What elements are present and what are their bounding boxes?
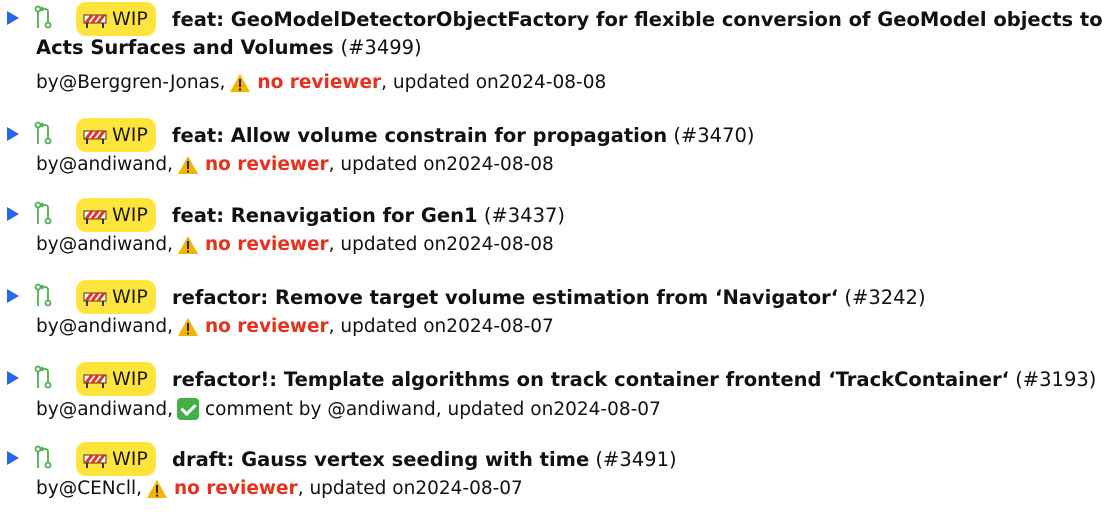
pr-number[interactable]: (#3470)	[673, 124, 754, 147]
pr-title[interactable]: feat: GeoModelDetectorObjectFactory for …	[172, 8, 1103, 31]
updated-date: 2024-08-07	[446, 316, 554, 337]
construction-barrier-icon	[83, 374, 107, 388]
expand-triangle-icon[interactable]	[7, 11, 19, 25]
updated-date: 2024-08-08	[446, 234, 554, 255]
pr-title-text[interactable]: refactor: Remove target volume estimatio…	[172, 286, 838, 309]
review-status: no reviewer	[204, 234, 329, 255]
list-item[interactable]: WIP feat: GeoModelDetectorObjectFactory …	[0, 0, 1114, 93]
pr-meta: by @andiwand, no reviewer, updated on 20…	[36, 316, 554, 337]
pr-title-text[interactable]: draft: Gauss vertex seeding with time	[172, 448, 589, 471]
pr-number[interactable]: (#3437)	[484, 204, 565, 227]
pr-title[interactable]: feat: Renavigation for Gen1 (#3437)	[172, 204, 565, 227]
pr-title-text[interactable]: feat: Renavigation for Gen1	[172, 204, 478, 227]
by-prefix: by	[36, 234, 59, 255]
wip-label: WIP	[112, 286, 148, 308]
wip-badge: WIP	[76, 118, 156, 152]
expand-triangle-icon[interactable]	[7, 289, 19, 303]
list-item[interactable]: WIP feat: Renavigation for Gen1 (#3437) …	[0, 196, 1114, 255]
pr-number[interactable]: (#3193)	[1015, 368, 1096, 391]
wip-badge: WIP	[76, 280, 156, 314]
updated-date: 2024-08-07	[415, 478, 523, 499]
author[interactable]: @Berggren-Jonas,	[59, 72, 226, 93]
pull-request-icon	[34, 5, 52, 29]
wip-badge: WIP	[76, 2, 156, 36]
list-item[interactable]: WIP feat: Allow volume constrain for pro…	[0, 116, 1114, 175]
updated-date: 2024-08-08	[446, 154, 554, 175]
wip-label: WIP	[112, 8, 148, 30]
pr-meta: by @andiwand, comment by @andiwand, upda…	[36, 398, 661, 420]
updated-prefix: , updated on	[328, 316, 447, 337]
pr-meta: by @CENcll, no reviewer, updated on 2024…	[36, 478, 523, 499]
pr-title[interactable]: refactor: Remove target volume estimatio…	[172, 286, 926, 309]
pr-title[interactable]: feat: Allow volume constrain for propaga…	[172, 124, 755, 147]
wip-badge: WIP	[76, 362, 156, 396]
review-status: no reviewer	[173, 478, 298, 499]
pull-request-icon	[34, 121, 52, 145]
check-mark-icon	[176, 398, 199, 420]
review-status: no reviewer	[257, 72, 382, 93]
warning-icon	[177, 317, 198, 336]
construction-barrier-icon	[83, 130, 107, 144]
author[interactable]: @CENcll,	[59, 478, 142, 499]
expand-triangle-icon[interactable]	[7, 207, 19, 221]
pr-meta: by @andiwand, no reviewer, updated on 20…	[36, 234, 554, 255]
updated-date: 2024-08-08	[498, 72, 607, 93]
pr-title-continued[interactable]: Acts Surfaces and Volumes (#3499)	[36, 36, 422, 59]
author[interactable]: @andiwand,	[59, 234, 173, 255]
by-prefix: by	[36, 478, 59, 499]
updated-date: 2024-08-07	[553, 398, 661, 420]
review-status: comment by @andiwand	[204, 398, 436, 420]
pull-request-icon	[34, 445, 52, 469]
pr-meta: by @andiwand, no reviewer, updated on 20…	[36, 154, 554, 175]
construction-barrier-icon	[83, 210, 107, 224]
construction-barrier-icon	[83, 292, 107, 306]
updated-prefix: , updated on	[297, 478, 416, 499]
pr-title[interactable]: refactor!: Template algorithms on track …	[172, 368, 1096, 391]
list-item[interactable]: WIP draft: Gauss vertex seeding with tim…	[0, 440, 1114, 499]
pull-request-icon	[34, 201, 52, 225]
by-prefix: by	[36, 398, 59, 420]
pr-number[interactable]: (#3499)	[340, 36, 421, 59]
pr-number[interactable]: (#3491)	[595, 448, 676, 471]
expand-triangle-icon[interactable]	[7, 127, 19, 141]
updated-prefix: , updated on	[328, 234, 447, 255]
updated-prefix: , updated on	[381, 72, 499, 93]
warning-icon	[177, 235, 198, 254]
wip-label: WIP	[112, 124, 148, 146]
expand-triangle-icon[interactable]	[7, 371, 19, 385]
warning-icon	[230, 73, 251, 92]
construction-barrier-icon	[83, 14, 107, 28]
wip-badge: WIP	[76, 442, 156, 476]
wip-badge: WIP	[76, 198, 156, 232]
by-prefix: by	[36, 154, 59, 175]
wip-label: WIP	[112, 204, 148, 226]
pr-number[interactable]: (#3242)	[844, 286, 925, 309]
warning-icon	[177, 155, 198, 174]
updated-prefix: , updated on	[328, 154, 447, 175]
warning-icon	[146, 479, 167, 498]
review-status: no reviewer	[204, 316, 329, 337]
wip-label: WIP	[112, 368, 148, 390]
updated-prefix: , updated on	[435, 398, 554, 420]
by-prefix: by	[36, 316, 59, 337]
author[interactable]: @andiwand,	[59, 316, 173, 337]
expand-triangle-icon[interactable]	[7, 451, 19, 465]
construction-barrier-icon	[83, 454, 107, 468]
pull-request-icon	[34, 365, 52, 389]
pull-request-icon	[34, 283, 52, 307]
wip-label: WIP	[112, 448, 148, 470]
pr-title-text[interactable]: feat: Allow volume constrain for propaga…	[172, 124, 667, 147]
list-item[interactable]: WIP refactor: Remove target volume estim…	[0, 278, 1114, 337]
list-item[interactable]: WIP refactor!: Template algorithms on tr…	[0, 360, 1114, 420]
pr-title-text[interactable]: refactor!: Template algorithms on track …	[172, 368, 1009, 391]
by-prefix: by	[36, 72, 59, 93]
pr-title-text[interactable]: feat: GeoModelDetectorObjectFactory for …	[172, 8, 1103, 31]
author[interactable]: @andiwand,	[59, 154, 173, 175]
pr-title[interactable]: draft: Gauss vertex seeding with time (#…	[172, 448, 677, 471]
author[interactable]: @andiwand,	[59, 399, 173, 420]
pr-meta: by @Berggren-Jonas, no reviewer, updated…	[36, 72, 606, 93]
review-status: no reviewer	[204, 154, 329, 175]
pr-title-text-cont[interactable]: Acts Surfaces and Volumes	[36, 36, 334, 59]
